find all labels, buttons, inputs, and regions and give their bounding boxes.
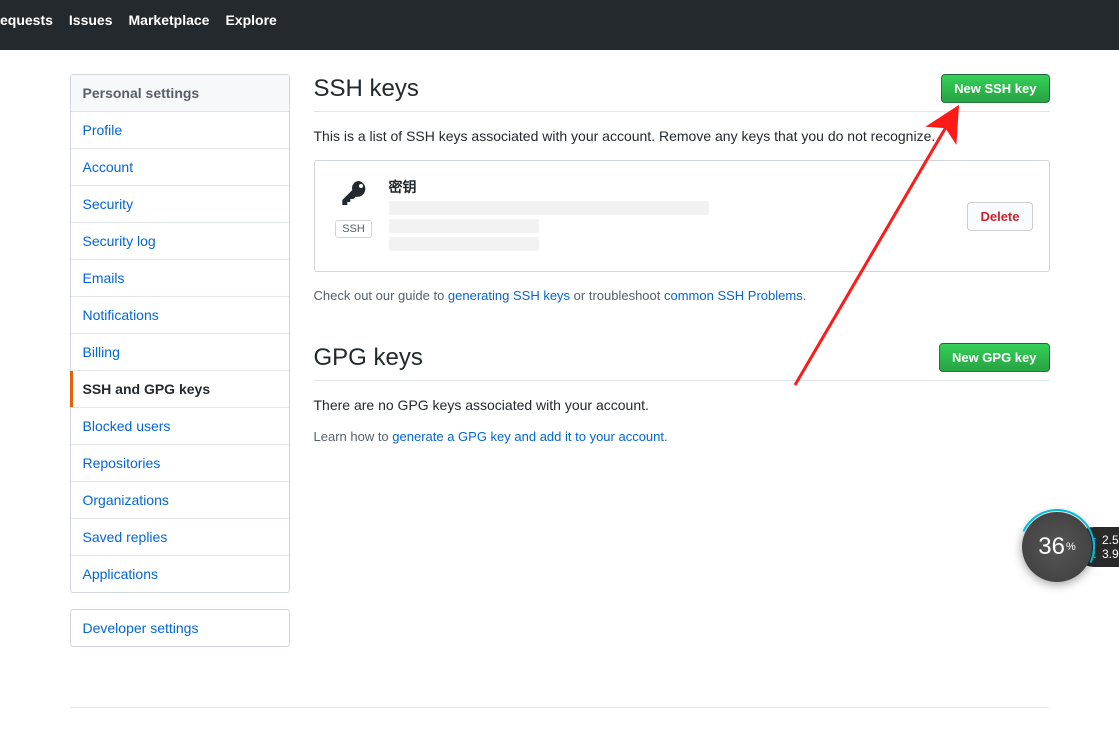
sidebar-item-security-log[interactable]: Security log [71,223,289,260]
key-icon [338,196,370,212]
content-container: Personal settings Profile Account Securi… [70,74,1050,663]
sidebar-item-profile[interactable]: Profile [71,112,289,149]
sidebar-item-blocked-users[interactable]: Blocked users [71,408,289,445]
delete-ssh-key-button[interactable]: Delete [967,202,1032,231]
gpg-empty-message: There are no GPG keys associated with yo… [314,397,1050,413]
common-ssh-problems-link[interactable]: common SSH Problems [664,288,803,303]
learn-prefix: Learn how to [314,429,393,444]
sidebar-item-ssh-gpg-keys[interactable]: SSH and GPG keys [71,371,289,408]
sidebar-item-security[interactable]: Security [71,186,289,223]
ssh-key-icon-column: SSH [331,177,377,238]
header-nav: equests Issues Marketplace Explore [0,0,293,28]
settings-sidebar: Personal settings Profile Account Securi… [70,74,290,663]
system-monitor-widget[interactable]: 36% ↑2.5 ↓3.9 [1022,512,1119,582]
nav-explore[interactable]: Explore [225,12,276,28]
gpg-section-header: GPG keys New GPG key [314,343,1050,381]
ssh-section-header: SSH keys New SSH key [314,74,1050,112]
redacted-fingerprint-line-1 [389,201,709,215]
generating-ssh-keys-link[interactable]: generating SSH keys [448,288,570,303]
ssh-key-name: 密钥 [389,177,956,197]
guide-suffix: . [803,288,807,303]
sidebar-item-applications[interactable]: Applications [71,556,289,592]
nav-pull-requests[interactable]: equests [0,12,53,28]
main-content: SSH keys New SSH key This is a list of S… [314,74,1050,663]
gpg-learn-text: Learn how to generate a GPG key and add … [314,429,1050,444]
developer-settings-menu: Developer settings [70,609,290,647]
ssh-key-actions: Delete [967,202,1032,231]
ssh-description: This is a list of SSH keys associated wi… [314,128,1050,144]
ssh-type-badge: SSH [335,220,372,238]
redacted-fingerprint-line-3 [389,237,539,251]
guide-mid: or troubleshoot [570,288,664,303]
ssh-guide-text: Check out our guide to generating SSH ke… [314,288,1050,303]
personal-settings-menu: Personal settings Profile Account Securi… [70,74,290,593]
nav-marketplace[interactable]: Marketplace [129,12,210,28]
monitor-percent-symbol: % [1066,541,1076,553]
sidebar-item-organizations[interactable]: Organizations [71,482,289,519]
monitor-percent-value: 36 [1038,533,1065,561]
ssh-key-body: 密钥 [389,177,956,255]
new-gpg-key-button[interactable]: New GPG key [939,343,1050,372]
new-ssh-key-button[interactable]: New SSH key [941,74,1049,103]
guide-prefix: Check out our guide to [314,288,448,303]
sidebar-item-emails[interactable]: Emails [71,260,289,297]
sidebar-item-developer-settings[interactable]: Developer settings [71,610,289,646]
ssh-title: SSH keys [314,75,419,103]
download-speed: 3.9 [1102,547,1119,561]
upload-speed: 2.5 [1102,533,1119,547]
footer-divider [70,707,1049,708]
ssh-key-item: SSH 密钥 Delete [314,160,1050,272]
sidebar-item-billing[interactable]: Billing [71,334,289,371]
sidebar-item-account[interactable]: Account [71,149,289,186]
sidebar-item-repositories[interactable]: Repositories [71,445,289,482]
nav-issues[interactable]: Issues [69,12,113,28]
gpg-title: GPG keys [314,344,423,372]
learn-suffix: . [664,429,668,444]
sidebar-item-notifications[interactable]: Notifications [71,297,289,334]
top-header: equests Issues Marketplace Explore [0,0,1119,50]
sidebar-item-saved-replies[interactable]: Saved replies [71,519,289,556]
system-monitor-percent-circle[interactable]: 36% [1022,512,1092,582]
generate-gpg-key-link[interactable]: generate a GPG key and add it to your ac… [392,429,664,444]
redacted-fingerprint-line-2 [389,219,539,233]
menu-heading: Personal settings [71,75,289,112]
